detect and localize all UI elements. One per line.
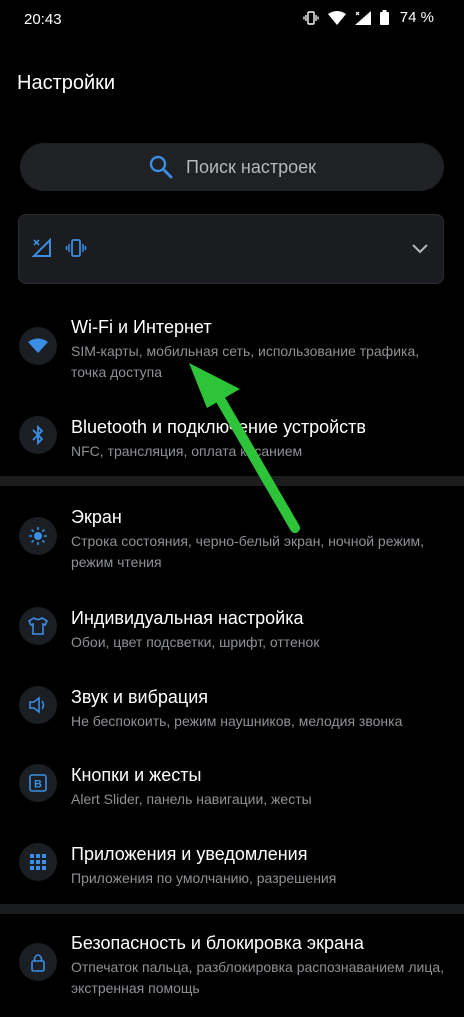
settings-item-display[interactable]: Экран Строка состояния, черно-белый экра… xyxy=(0,500,464,580)
search-icon xyxy=(149,155,173,179)
item-title: Индивидуальная настройка xyxy=(71,608,304,628)
wifi-status-icon xyxy=(327,10,346,25)
quick-settings-card[interactable] xyxy=(18,214,444,284)
settings-item-security[interactable]: Безопасность и блокировка экрана Отпечат… xyxy=(0,926,464,1006)
apps-grid-icon xyxy=(19,843,57,881)
battery-percentage: 74 % xyxy=(399,9,434,26)
item-title: Приложения и уведомления xyxy=(71,844,308,864)
settings-item-customization[interactable]: Индивидуальная настройка Обои, цвет подс… xyxy=(0,601,464,661)
signal-status-icon xyxy=(354,10,371,25)
section-divider xyxy=(0,904,464,914)
item-subtitle: SIM-карты, мобильная сеть, использование… xyxy=(71,343,420,380)
item-subtitle: NFC, трансляция, оплата касанием xyxy=(71,443,303,459)
page-title: Настройки xyxy=(17,72,116,94)
item-title: Кнопки и жесты xyxy=(71,765,202,785)
vibrate-icon[interactable] xyxy=(65,237,87,259)
lock-icon xyxy=(19,943,57,981)
svg-text:B: B xyxy=(34,779,42,791)
bluetooth-icon xyxy=(19,416,57,454)
settings-item-buttons[interactable]: B Кнопки и жесты Alert Slider, панель на… xyxy=(0,758,464,818)
tshirt-icon xyxy=(19,607,57,645)
search-bar[interactable]: Поиск настроек xyxy=(20,143,444,191)
item-subtitle: Приложения по умолчанию, разрешения xyxy=(71,870,337,886)
status-time: 20:43 xyxy=(24,11,62,28)
item-title: Безопасность и блокировка экрана xyxy=(71,933,364,953)
brightness-icon xyxy=(19,517,57,555)
item-subtitle: Обои, цвет подсветки, шрифт, оттенок xyxy=(71,634,320,650)
search-placeholder: Поиск настроек xyxy=(186,156,316,177)
item-title: Звук и вибрация xyxy=(71,687,209,707)
wifi-icon xyxy=(19,327,57,365)
settings-item-apps[interactable]: Приложения и уведомления Приложения по у… xyxy=(0,837,464,897)
chevron-down-icon[interactable] xyxy=(411,241,429,255)
battery-status-icon xyxy=(379,10,389,25)
speaker-icon xyxy=(19,686,57,724)
item-subtitle: Строка состояния, черно-белый экран, ноч… xyxy=(71,533,425,570)
status-icons: 74 % xyxy=(303,9,434,26)
section-divider xyxy=(0,476,464,486)
item-title: Bluetooth и подключение устройств xyxy=(71,417,366,437)
no-sim-icon[interactable] xyxy=(31,237,53,259)
settings-item-sound[interactable]: Звук и вибрация Не беспокоить, режим нау… xyxy=(0,680,464,740)
settings-item-bluetooth[interactable]: Bluetooth и подключение устройств NFC, т… xyxy=(0,410,464,470)
item-subtitle: Alert Slider, панель навигации, жесты xyxy=(71,791,312,807)
item-title: Wi-Fi и Интернет xyxy=(71,317,212,337)
status-bar: 20:43 74 % xyxy=(0,0,464,40)
vibrate-status-icon xyxy=(303,10,319,25)
settings-item-wifi[interactable]: Wi-Fi и Интернет SIM-карты, мобильная се… xyxy=(0,310,464,390)
buttons-icon: B xyxy=(19,764,57,802)
item-title: Экран xyxy=(71,507,122,527)
item-subtitle: Не беспокоить, режим наушников, мелодия … xyxy=(71,713,403,729)
item-subtitle: Отпечаток пальца, разблокировка распозна… xyxy=(71,959,445,996)
